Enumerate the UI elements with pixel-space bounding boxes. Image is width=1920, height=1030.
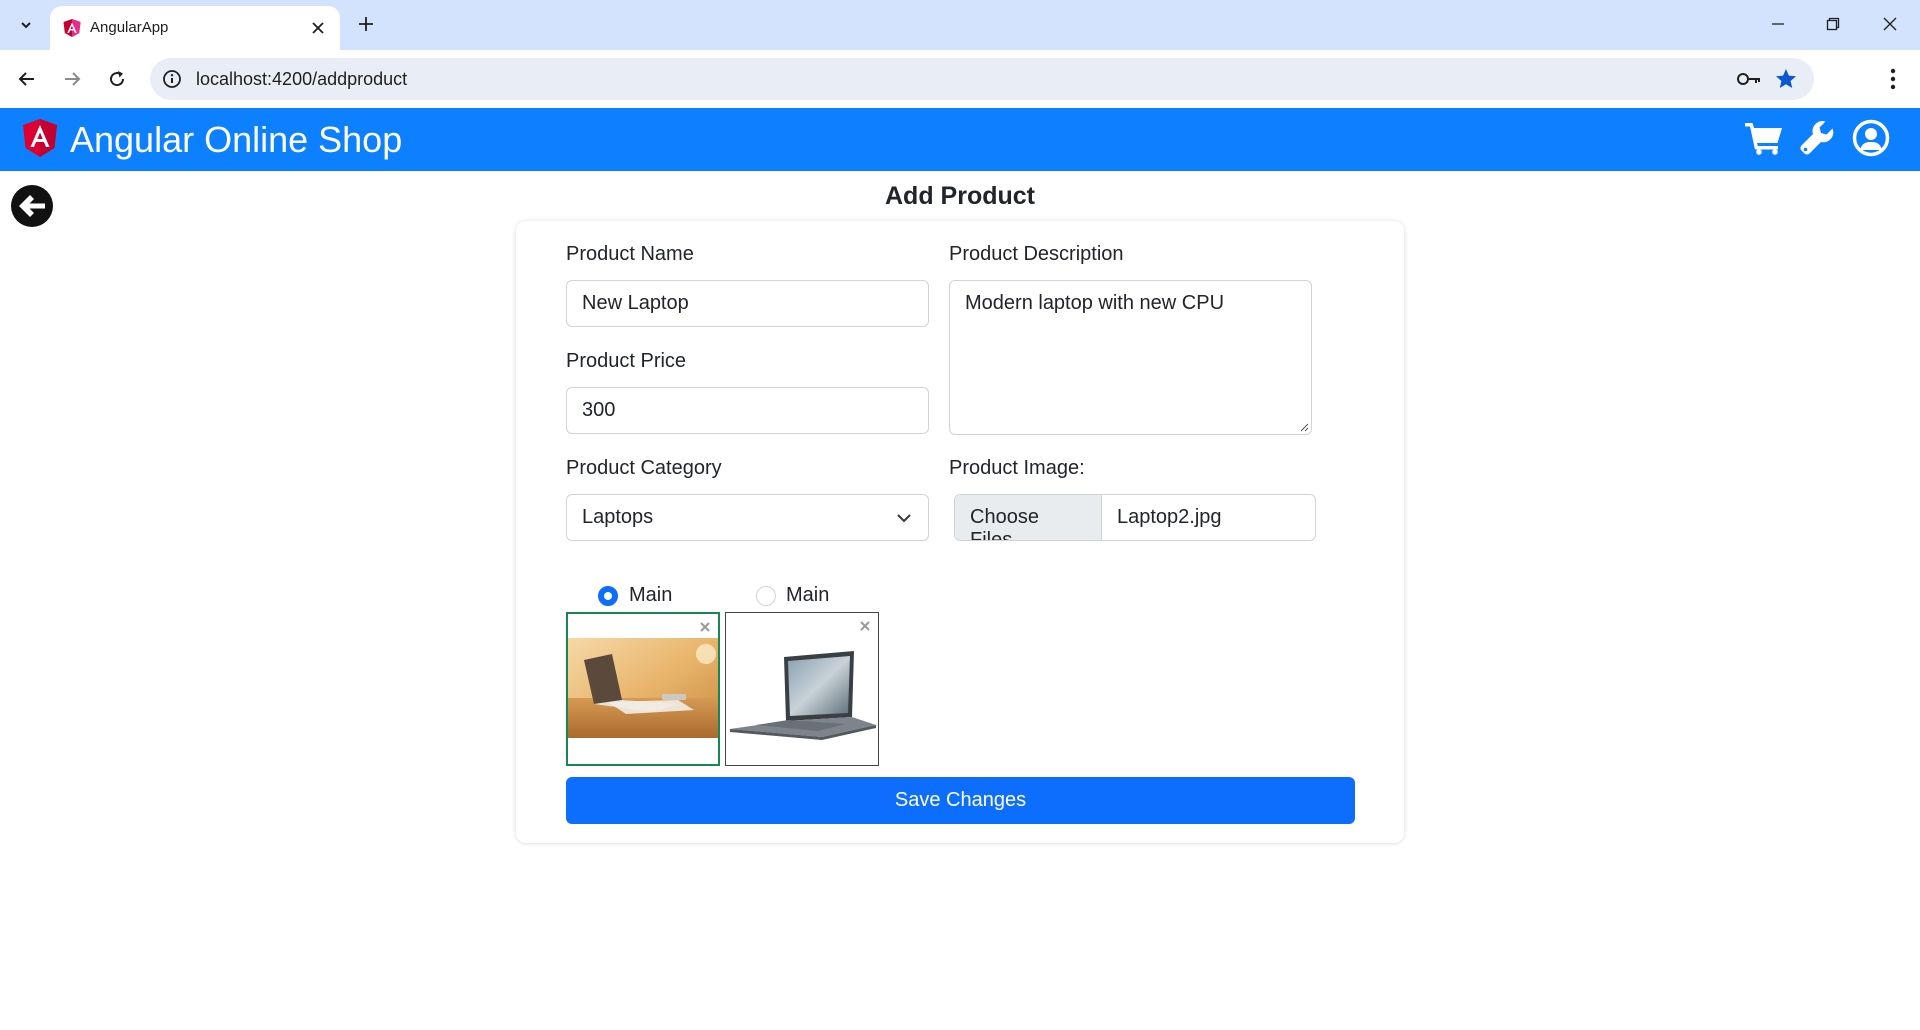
product-description-textarea[interactable]: Modern laptop with new CPU — [949, 280, 1312, 435]
product-category-label: Product Category — [566, 457, 722, 479]
laptop-on-desk-photo — [568, 638, 718, 738]
product-image-file-input[interactable]: Choose Files Laptop2.jpg — [954, 494, 1316, 541]
main-image-radio-1[interactable] — [598, 586, 618, 606]
choose-files-button[interactable]: Choose Files — [955, 495, 1102, 540]
reload-icon[interactable] — [100, 62, 134, 96]
image-thumbnail-2[interactable] — [725, 612, 879, 766]
remove-image-2-icon[interactable] — [858, 619, 872, 633]
chevron-down-icon — [21, 22, 31, 29]
image-thumbnail-1[interactable] — [566, 612, 720, 766]
main-image-radio-2[interactable] — [756, 586, 776, 606]
app-header: Angular Online Shop — [0, 108, 1920, 171]
product-description-label: Product Description — [949, 243, 1124, 265]
url-text[interactable]: localhost:4200/addproduct — [196, 69, 407, 90]
address-bar[interactable]: localhost:4200/addproduct — [150, 58, 1814, 100]
product-price-input[interactable]: 300 — [566, 387, 929, 434]
resize-handle-icon[interactable] — [1299, 422, 1309, 432]
selected-file-name: Laptop2.jpg — [1117, 506, 1222, 528]
tab-search-button[interactable] — [10, 9, 42, 41]
user-account-icon[interactable] — [1851, 118, 1891, 158]
restore-icon[interactable] — [1815, 8, 1851, 40]
product-category-select[interactable]: Laptops — [566, 494, 929, 541]
brand-title[interactable]: Angular Online Shop — [70, 119, 402, 161]
tab-title: AngularApp — [90, 19, 169, 36]
browser-tab[interactable]: AngularApp — [50, 6, 340, 50]
save-changes-button[interactable]: Save Changes — [566, 777, 1355, 824]
product-description-value: Modern laptop with new CPU — [965, 292, 1225, 314]
site-info-icon[interactable] — [162, 69, 182, 89]
product-name-input[interactable]: New Laptop — [566, 280, 929, 327]
product-category-value: Laptops — [582, 506, 654, 528]
close-window-icon[interactable] — [1872, 8, 1908, 40]
remove-image-1-icon[interactable] — [698, 620, 712, 634]
page-title: Add Product — [885, 182, 1035, 210]
product-name-value: New Laptop — [582, 292, 689, 314]
bookmark-star-icon[interactable] — [1774, 67, 1798, 91]
back-nav-icon[interactable] — [10, 62, 44, 96]
main-image-radio-1-label: Main — [629, 584, 673, 606]
product-price-label: Product Price — [566, 350, 687, 372]
main-image-radio-2-label: Main — [786, 584, 830, 606]
new-tab-plus-icon[interactable] — [352, 10, 380, 38]
browser-menu-icon[interactable] — [1878, 62, 1908, 96]
angular-logo-icon[interactable] — [22, 118, 58, 158]
browser-tab-strip: AngularApp — [0, 0, 1920, 50]
product-price-value: 300 — [582, 399, 616, 421]
laptop-photo — [730, 651, 876, 740]
password-key-icon[interactable] — [1736, 68, 1762, 90]
wrench-icon[interactable] — [1797, 118, 1837, 158]
tab-close-icon[interactable] — [306, 16, 330, 40]
cart-icon[interactable] — [1744, 118, 1784, 158]
minimize-icon[interactable] — [1760, 8, 1796, 40]
product-name-label: Product Name — [566, 243, 694, 265]
forward-nav-icon[interactable] — [55, 62, 89, 96]
chevron-down-icon — [897, 514, 911, 523]
product-image-label: Product Image: — [949, 457, 1085, 479]
angular-favicon-icon — [63, 19, 81, 37]
